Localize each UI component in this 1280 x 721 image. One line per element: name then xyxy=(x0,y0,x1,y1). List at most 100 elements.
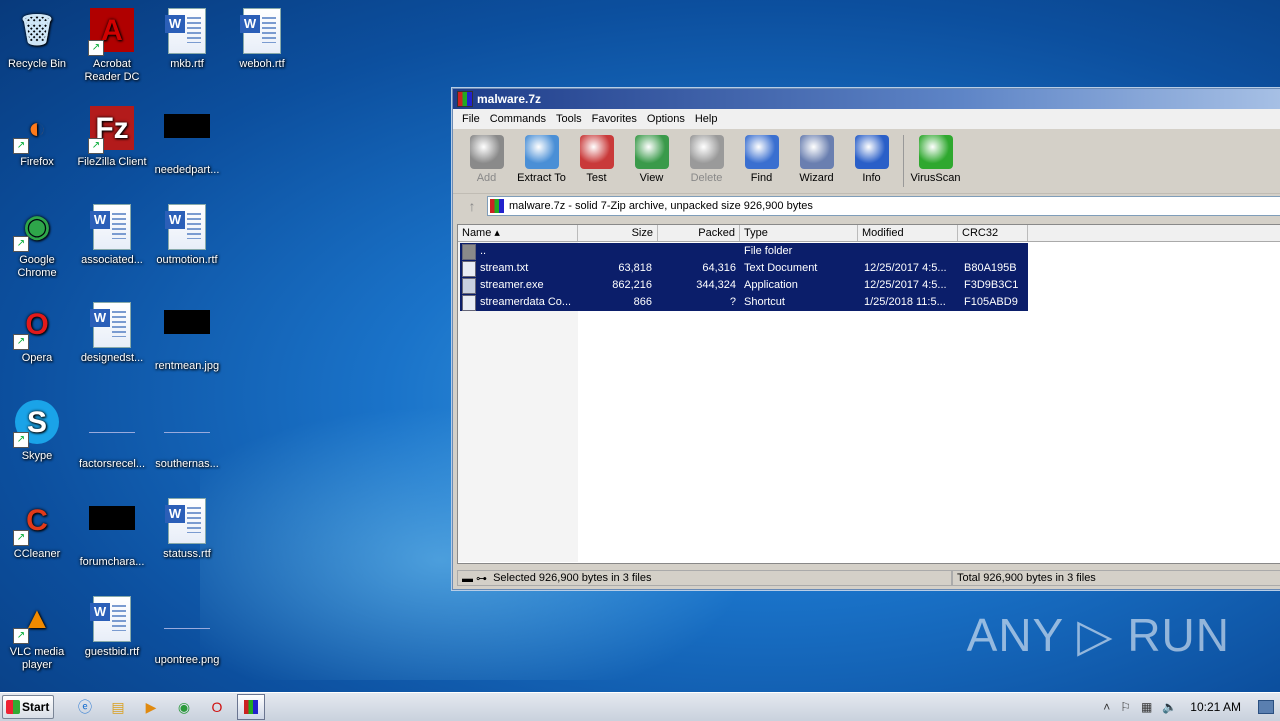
desktop-icon-label: rentmean.jpg xyxy=(154,360,220,372)
window-title: malware.7z xyxy=(477,92,542,106)
file-row[interactable]: streamer.exe 862,216 344,324 Application 12/… xyxy=(460,277,1028,294)
shortcut-arrow-icon: ↗ xyxy=(13,138,29,154)
toolbar-add-button[interactable]: Add xyxy=(459,133,514,184)
file-explorer-icon[interactable]: ▤ xyxy=(105,695,131,719)
col-size[interactable]: Size xyxy=(578,225,658,241)
toolbar-virusscan-button[interactable]: VirusScan xyxy=(908,133,963,184)
clock[interactable]: 10:21 AM xyxy=(1190,700,1241,714)
desktop-icon[interactable]: neededpart... xyxy=(150,102,224,177)
menu-file[interactable]: File xyxy=(457,113,485,125)
title-bar[interactable]: malware.7z xyxy=(453,89,1280,109)
winrar-taskbar-button[interactable] xyxy=(237,694,265,720)
word-doc-icon: W xyxy=(163,498,211,546)
file-list[interactable]: Name ▴ Size Packed Type Modified CRC32 .… xyxy=(457,224,1280,564)
menu-options[interactable]: Options xyxy=(642,113,690,125)
desktop-icon[interactable]: 🗑 Recycle Bin xyxy=(0,4,74,71)
cell-packed: ? xyxy=(729,296,736,308)
chrome-taskbar-icon[interactable]: ◉ xyxy=(171,695,197,719)
cell-crc32: F3D9B3C1 xyxy=(964,279,1019,291)
show-desktop-icon[interactable] xyxy=(1258,700,1274,714)
desktop-icon[interactable]: Wmkb.rtf xyxy=(150,4,224,71)
action-center-flag-icon[interactable]: ⚐ xyxy=(1120,700,1131,714)
desktop-icon[interactable]: O ↗ Opera xyxy=(0,298,74,365)
up-arrow-icon[interactable]: ↑ xyxy=(457,196,487,216)
word-doc-icon: W xyxy=(163,204,211,252)
firefox-icon: ◐ ↗ xyxy=(13,106,61,154)
anyrun-watermark: ANY ▷ RUN xyxy=(966,609,1230,661)
toolbar-label: Info xyxy=(862,172,881,184)
toolbar: Add Extract To Test View Delete Find Wizard Inf… xyxy=(453,129,1280,194)
opera-taskbar-icon[interactable]: O xyxy=(204,695,230,719)
toolbar-test-button[interactable]: Test xyxy=(569,133,624,184)
desktop-icon[interactable]: Fz ↗ FileZilla Client xyxy=(75,102,149,169)
desktop-icon[interactable]: C ↗ CCleaner xyxy=(0,494,74,561)
shortcut-arrow-icon: ↗ xyxy=(88,40,104,56)
file-row[interactable]: stream.txt 63,818 64,316 Text Document 12/25… xyxy=(460,260,1028,277)
desktop-icon-label: upontree.png xyxy=(154,654,220,666)
desktop-icon-label: Google Chrome xyxy=(17,254,57,279)
toolbar-wizard-button[interactable]: Wizard xyxy=(789,133,844,184)
desktop-icon[interactable]: S ↗ Skype xyxy=(0,396,74,463)
windows-logo-icon xyxy=(6,700,20,714)
desktop-icon[interactable]: Wweboh.rtf xyxy=(225,4,299,71)
archive-window[interactable]: malware.7z File Commands Tools Favorites… xyxy=(452,88,1280,590)
virusscan-icon xyxy=(918,135,953,169)
folder-icon xyxy=(462,244,476,260)
toolbar-info-button[interactable]: Info xyxy=(844,133,899,184)
toolbar-view-button[interactable]: View xyxy=(624,133,679,184)
desktop-icon[interactable]: Woutmotion.rtf xyxy=(150,200,224,267)
menu-favorites[interactable]: Favorites xyxy=(587,113,642,125)
desktop-icon-label: Acrobat Reader DC xyxy=(84,58,140,83)
desktop-icon-label: FileZilla Client xyxy=(77,156,147,168)
desktop-icon[interactable]: factorsrecel... xyxy=(75,396,149,471)
network-icon[interactable]: ▦ xyxy=(1141,700,1152,714)
address-field[interactable]: malware.7z - solid 7-Zip archive, unpack… xyxy=(487,196,1280,216)
desktop-icon[interactable]: upontree.png xyxy=(150,592,224,667)
file-row[interactable]: .. File folder xyxy=(460,243,1028,260)
desktop-icon[interactable]: Wstatuss.rtf xyxy=(150,494,224,561)
menu-tools[interactable]: Tools xyxy=(551,113,587,125)
show-hidden-icons-icon[interactable]: ˄ xyxy=(1103,700,1110,714)
file-icon xyxy=(462,295,476,311)
desktop-icon[interactable]: southernas... xyxy=(150,396,224,471)
status-left: ▬ ⊶ Selected 926,900 bytes in 3 files xyxy=(457,570,952,586)
desktop-icon[interactable]: ▲ ↗ VLC media player xyxy=(0,592,74,672)
toolbar-find-button[interactable]: Find xyxy=(734,133,789,184)
media-player-icon[interactable]: ▶ xyxy=(138,695,164,719)
toolbar-extract-to-button[interactable]: Extract To xyxy=(514,133,569,184)
toolbar-label: VirusScan xyxy=(910,172,961,184)
toolbar-label: Find xyxy=(750,172,773,184)
menu-commands[interactable]: Commands xyxy=(485,113,551,125)
desktop-icon[interactable]: Wdesignedst... xyxy=(75,298,149,365)
internet-explorer-icon[interactable]: ⓔ xyxy=(72,695,98,719)
desktop-icon[interactable]: Wguestbid.rtf xyxy=(75,592,149,659)
desktop-icon[interactable]: Wassociated... xyxy=(75,200,149,267)
volume-icon[interactable]: 🔈 xyxy=(1162,700,1177,714)
delete-icon xyxy=(689,135,724,169)
menu-bar: File Commands Tools Favorites Options He… xyxy=(453,109,1280,129)
toolbar-label: Test xyxy=(586,172,607,184)
col-type[interactable]: Type xyxy=(740,225,858,241)
desktop-icon[interactable]: forumchara... xyxy=(75,494,149,569)
desktop-icon[interactable]: rentmean.jpg xyxy=(150,298,224,373)
shortcut-arrow-icon: ↗ xyxy=(13,530,29,546)
cell-type: Text Document xyxy=(744,262,818,274)
toolbar-label: Extract To xyxy=(517,172,566,184)
cell-type: Shortcut xyxy=(744,296,785,308)
col-packed[interactable]: Packed xyxy=(658,225,740,241)
file-row[interactable]: streamerdata Co... 866? Shortcut 1/25/2018 … xyxy=(460,294,1028,311)
start-button[interactable]: Start xyxy=(2,695,54,719)
word-doc-icon: W xyxy=(88,204,136,252)
cell-packed: 64,316 xyxy=(702,262,736,274)
col-crc32[interactable]: CRC32 xyxy=(958,225,1028,241)
desktop-icon[interactable]: ◐ ↗ Firefox xyxy=(0,102,74,169)
start-label: Start xyxy=(22,700,50,714)
col-modified[interactable]: Modified xyxy=(858,225,958,241)
desktop-icon[interactable]: ◉ ↗ Google Chrome xyxy=(0,200,74,280)
toolbar-delete-button[interactable]: Delete xyxy=(679,133,734,184)
col-name[interactable]: Name ▴ xyxy=(458,225,578,241)
status-right: Total 926,900 bytes in 3 files xyxy=(952,570,1280,586)
desktop-icon[interactable]: A ↗ Acrobat Reader DC xyxy=(75,4,149,84)
toolbar-label: Delete xyxy=(690,172,723,184)
menu-help[interactable]: Help xyxy=(690,113,723,125)
